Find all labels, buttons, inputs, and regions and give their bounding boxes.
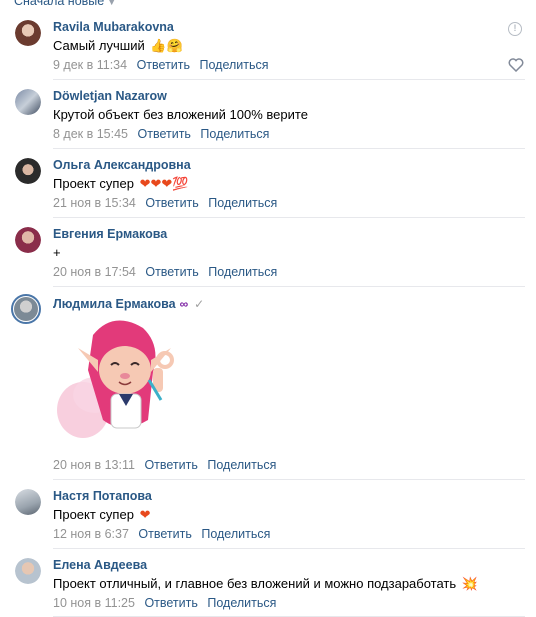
comment-author[interactable]: Ольга Александровна <box>53 158 191 172</box>
comment-date[interactable]: 10 ноя в 11:25 <box>53 596 135 610</box>
comment-text: Самый лучший <box>53 38 145 53</box>
reply-button[interactable]: Ответить <box>137 58 190 72</box>
divider <box>53 286 525 287</box>
comment-author[interactable]: Евгения Ермакова <box>53 227 167 241</box>
comment-text-row: Крутой объект без вложений 100% верите <box>53 107 308 122</box>
comment-author-row: Людмила Ермакова ∞ ✓ <box>53 297 204 311</box>
comment-author[interactable]: Людмила Ермакова <box>53 297 176 311</box>
share-button[interactable]: Поделиться <box>207 596 276 610</box>
chevron-down-icon: ▼ <box>107 0 117 7</box>
avatar[interactable] <box>15 89 41 115</box>
comment-author[interactable]: Ravila Mubarakovna <box>53 20 174 34</box>
comment-text-row: Проект супер ❤❤❤💯 <box>53 176 188 192</box>
sort-dropdown[interactable]: Сначала новые ▼ <box>14 0 116 8</box>
reply-button[interactable]: Ответить <box>144 596 197 610</box>
avatar[interactable] <box>11 294 41 324</box>
comment-emoji: 💥 <box>461 576 478 591</box>
reply-button[interactable]: Ответить <box>144 458 197 472</box>
comment-meta: 21 ноя в 15:34 Ответить Поделиться <box>53 196 277 210</box>
reply-button[interactable]: Ответить <box>145 265 198 279</box>
comment-emoji: ❤ <box>139 507 151 522</box>
divider <box>53 548 525 549</box>
comment-meta: 9 дек в 11:34 Ответить Поделиться <box>53 58 269 72</box>
comment-text-row: Проект супер ❤ <box>53 507 150 523</box>
comment-date[interactable]: 12 ноя в 6:37 <box>53 527 129 541</box>
comment-date[interactable]: 8 дек в 15:45 <box>53 127 128 141</box>
divider <box>53 79 525 80</box>
share-button[interactable]: Поделиться <box>208 265 277 279</box>
comment-date[interactable]: 20 ноя в 13:11 <box>53 458 135 472</box>
share-button[interactable]: Поделиться <box>208 196 277 210</box>
comment-meta: 10 ноя в 11:25 Ответить Поделиться <box>53 596 276 610</box>
comment-date[interactable]: 9 дек в 11:34 <box>53 58 127 72</box>
comment-text: Проект супер <box>53 176 134 191</box>
share-button[interactable]: Поделиться <box>200 127 269 141</box>
share-button[interactable]: Поделиться <box>207 458 276 472</box>
divider <box>53 479 525 480</box>
comment-text-row: Самый лучший 👍🤗 <box>53 38 183 54</box>
divider <box>53 148 525 149</box>
comment-emoji: 👍🤗 <box>150 38 183 53</box>
reply-button[interactable]: Ответить <box>138 527 191 541</box>
comment-meta: 20 ноя в 17:54 Ответить Поделиться <box>53 265 277 279</box>
sort-label[interactable]: Сначала новые <box>14 0 104 8</box>
comment-meta: 20 ноя в 13:11 Ответить Поделиться <box>53 458 276 472</box>
comment-text: Проект отличный, и главное без вложений … <box>53 576 457 591</box>
comment-author[interactable]: Döwletjan Nazarow <box>53 89 167 103</box>
comment-author[interactable]: Елена Авдеева <box>53 558 147 572</box>
comment-meta: 8 дек в 15:45 Ответить Поделиться <box>53 127 269 141</box>
comment-text-row: + <box>53 245 61 260</box>
comment-meta: 12 ноя в 6:37 Ответить Поделиться <box>53 527 270 541</box>
comment-date[interactable]: 20 ноя в 17:54 <box>53 265 136 279</box>
comment-date[interactable]: 21 ноя в 15:34 <box>53 196 136 210</box>
infinity-badge: ∞ <box>179 297 189 311</box>
share-button[interactable]: Поделиться <box>201 527 270 541</box>
sticker-image[interactable] <box>53 310 183 445</box>
share-button[interactable]: Поделиться <box>200 58 269 72</box>
avatar[interactable] <box>15 158 41 184</box>
like-icon[interactable] <box>508 58 524 72</box>
comment-text-row: Проект отличный, и главное без вложений … <box>53 576 478 592</box>
avatar[interactable] <box>15 558 41 584</box>
avatar[interactable] <box>15 489 41 515</box>
report-icon[interactable]: ! <box>508 22 522 36</box>
reply-button[interactable]: Ответить <box>138 127 191 141</box>
comment-author[interactable]: Настя Потапова <box>53 489 152 503</box>
comment-text: + <box>53 245 61 260</box>
comment-emoji: ❤❤❤💯 <box>139 176 189 191</box>
avatar[interactable] <box>15 227 41 253</box>
comment-text: Крутой объект без вложений 100% верите <box>53 107 308 122</box>
divider <box>53 217 525 218</box>
check-icon: ✓ <box>194 297 205 311</box>
reply-button[interactable]: Ответить <box>145 196 198 210</box>
comment-text: Проект супер <box>53 507 134 522</box>
avatar[interactable] <box>15 20 41 46</box>
